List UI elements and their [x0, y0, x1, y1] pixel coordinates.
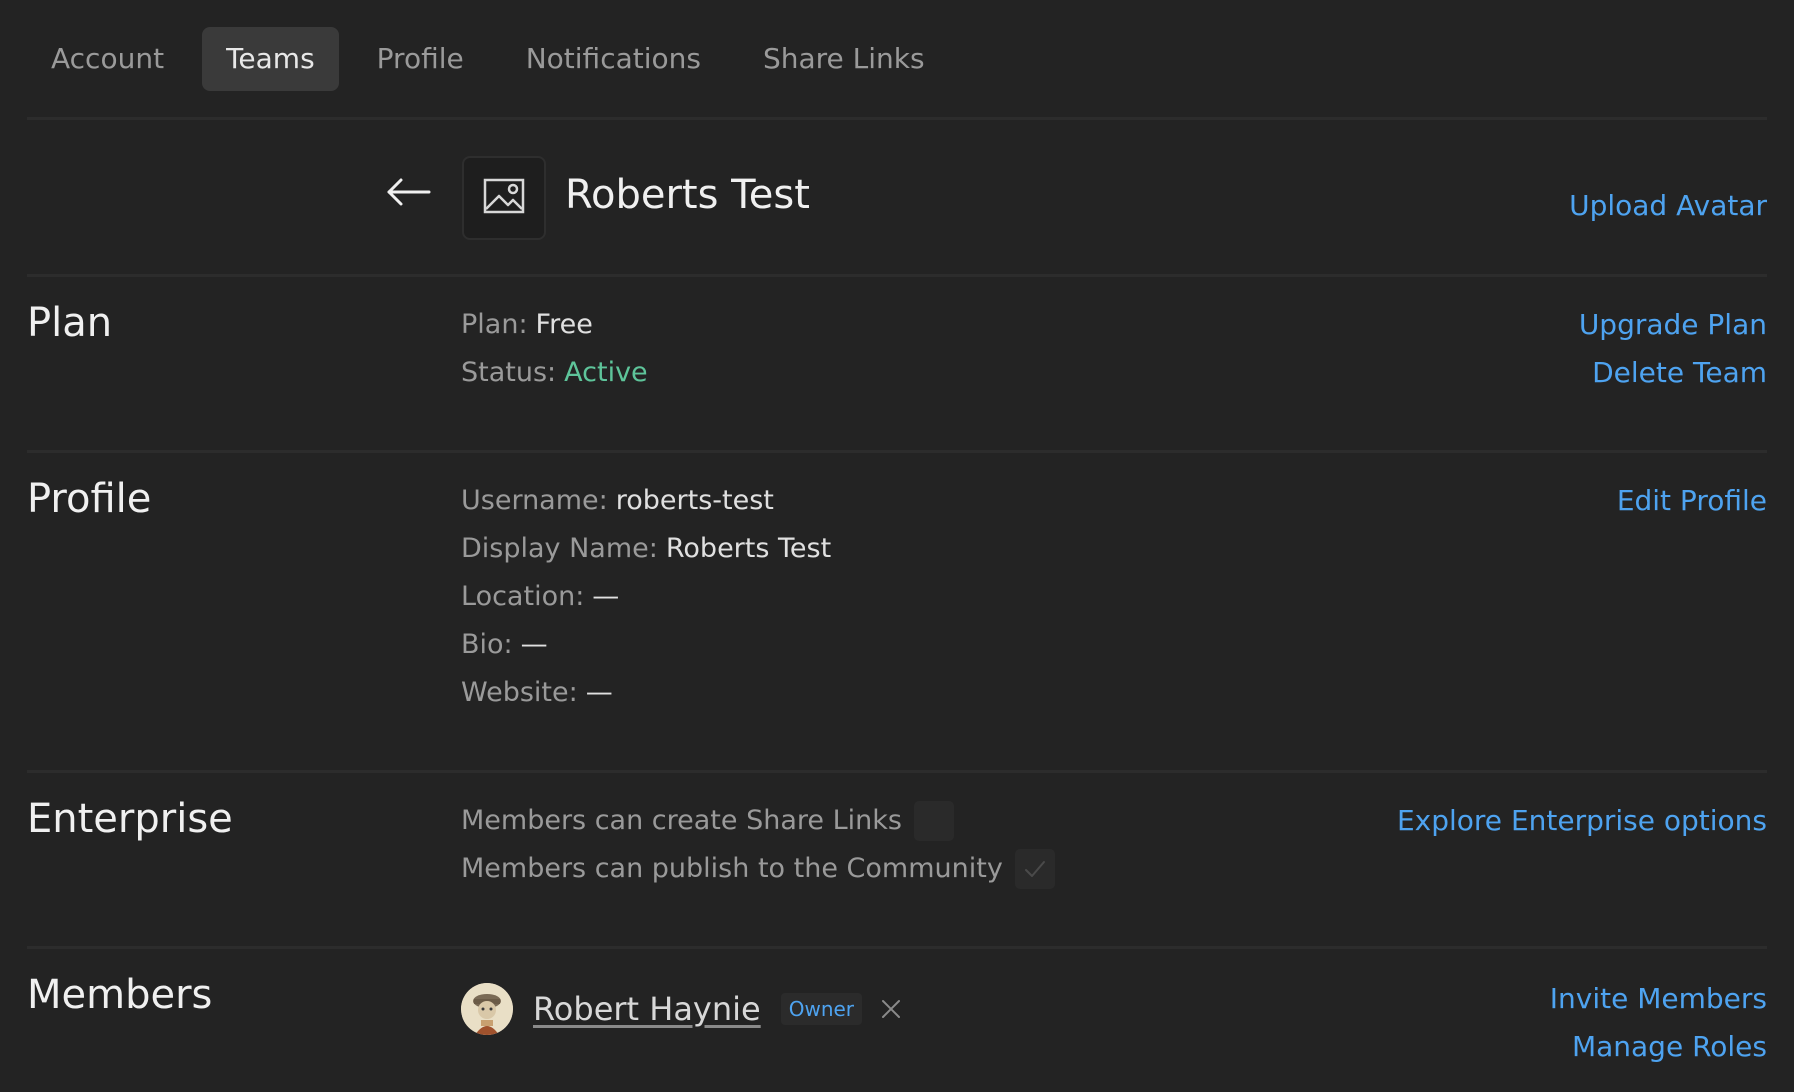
username-value: roberts-test: [615, 485, 774, 516]
bio-label: Bio:: [461, 629, 513, 660]
profile-details: Username: roberts-test Display Name: Rob…: [461, 477, 831, 717]
team-avatar-placeholder: [462, 156, 546, 240]
location-label: Location:: [461, 581, 585, 612]
share-links-option: Members can create Share Links: [461, 797, 1055, 845]
members-actions: Invite Members Manage Roles: [1550, 981, 1767, 1065]
share-links-label: Members can create Share Links: [461, 805, 902, 836]
upload-avatar-link[interactable]: Upload Avatar: [1569, 188, 1767, 224]
checkmark-icon: [1024, 861, 1045, 877]
arrow-left-icon[interactable]: [385, 174, 431, 210]
display-name-value: Roberts Test: [665, 533, 832, 564]
team-settings-page: Account Teams Profile Notifications Shar…: [0, 0, 1794, 1092]
website-row: Website: —: [461, 669, 831, 717]
enterprise-options: Members can create Share Links Members c…: [461, 797, 1055, 893]
tab-teams[interactable]: Teams: [202, 26, 339, 91]
publish-label: Members can publish to the Community: [461, 853, 1003, 884]
bio-value: —: [520, 629, 548, 660]
location-row: Location: —: [461, 573, 831, 621]
members-section: Members Robert Haynie Owner Invite Membe…: [27, 949, 1767, 1089]
section-title-members: Members: [27, 972, 213, 1018]
edit-profile-link[interactable]: Edit Profile: [1617, 483, 1767, 519]
members-list: Robert Haynie Owner: [461, 979, 902, 1039]
profile-actions: Edit Profile: [1617, 483, 1767, 519]
plan-details: Plan: Free Status: Active: [461, 301, 648, 397]
profile-section: Profile Username: roberts-test Display N…: [27, 453, 1767, 773]
bio-row: Bio: —: [461, 621, 831, 669]
member-name-link[interactable]: Robert Haynie: [533, 990, 761, 1028]
member-row: Robert Haynie Owner: [461, 979, 902, 1039]
tab-share-links[interactable]: Share Links: [739, 27, 949, 91]
display-name-row: Display Name: Roberts Test: [461, 525, 831, 573]
plan-row: Plan: Free: [461, 301, 648, 349]
location-value: —: [592, 581, 620, 612]
section-title-profile: Profile: [27, 476, 152, 522]
avatar: [461, 983, 513, 1035]
image-icon: [483, 178, 525, 218]
team-name: Roberts Test: [565, 172, 810, 218]
tab-account[interactable]: Account: [27, 27, 188, 91]
manage-roles-link[interactable]: Manage Roles: [1572, 1029, 1767, 1065]
status-label: Status:: [461, 357, 557, 388]
enterprise-section: Enterprise Members can create Share Link…: [27, 773, 1767, 949]
plan-actions: Upgrade Plan Delete Team: [1579, 307, 1767, 391]
delete-team-link[interactable]: Delete Team: [1592, 355, 1767, 391]
publish-checkbox[interactable]: [1014, 849, 1055, 889]
section-title-enterprise: Enterprise: [27, 796, 233, 842]
invite-members-link[interactable]: Invite Members: [1550, 981, 1767, 1017]
website-label: Website:: [461, 677, 578, 708]
plan-label: Plan:: [461, 309, 528, 340]
website-value: —: [585, 677, 613, 708]
close-icon[interactable]: [880, 998, 902, 1020]
tab-notifications[interactable]: Notifications: [502, 27, 725, 91]
share-links-checkbox[interactable]: [913, 801, 954, 841]
status-row: Status: Active: [461, 349, 648, 397]
plan-section: Plan Plan: Free Status: Active Upgrade P…: [27, 277, 1767, 453]
enterprise-actions: Explore Enterprise options: [1397, 803, 1767, 839]
publish-option: Members can publish to the Community: [461, 845, 1055, 893]
status-value: Active: [564, 357, 648, 388]
section-title-plan: Plan: [27, 300, 113, 346]
username-row: Username: roberts-test: [461, 477, 831, 525]
role-badge: Owner: [780, 993, 863, 1025]
username-label: Username:: [461, 485, 608, 516]
explore-enterprise-link[interactable]: Explore Enterprise options: [1397, 803, 1767, 839]
tab-profile[interactable]: Profile: [353, 27, 488, 91]
settings-tabs: Account Teams Profile Notifications Shar…: [27, 0, 1767, 120]
display-name-label: Display Name:: [461, 533, 658, 564]
upgrade-plan-link[interactable]: Upgrade Plan: [1579, 307, 1767, 343]
team-header: Roberts Test Upload Avatar: [27, 120, 1767, 277]
plan-value: Free: [535, 309, 593, 340]
